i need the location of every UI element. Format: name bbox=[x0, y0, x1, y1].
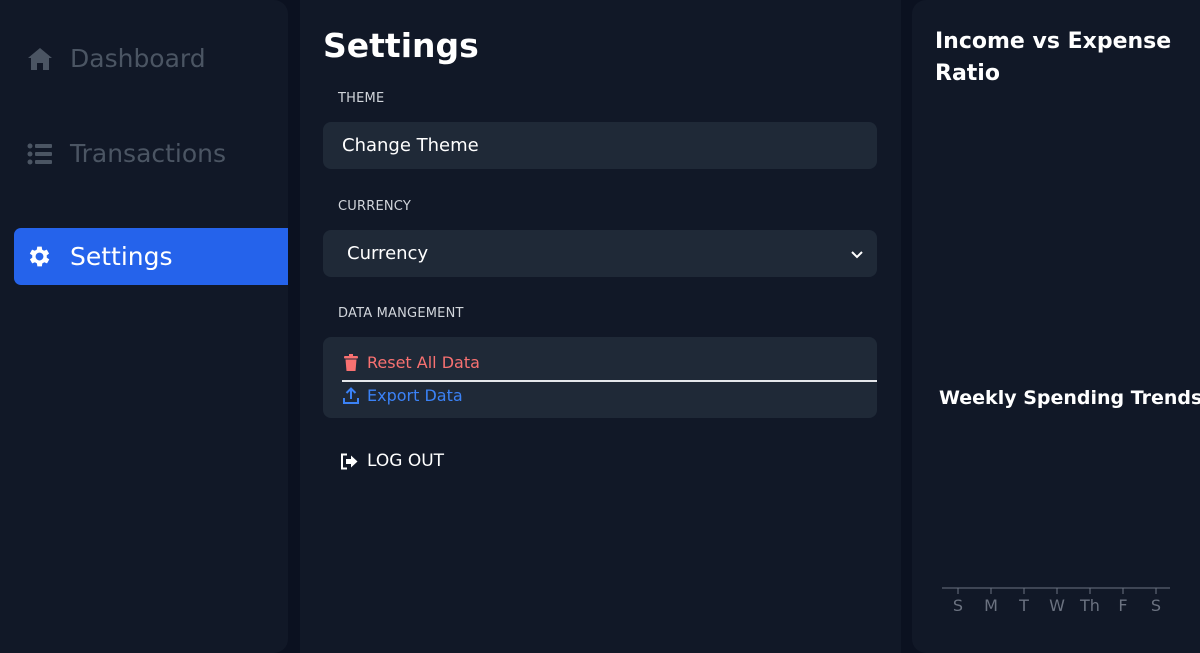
reset-all-data-button[interactable]: Reset All Data bbox=[343, 353, 480, 372]
sidebar: Dashboard Transactions Settings bbox=[0, 0, 288, 653]
data-management-box: Reset All Data Export Data bbox=[323, 337, 877, 418]
change-theme-button[interactable]: Change Theme bbox=[323, 122, 877, 169]
x-axis-tick-label: T bbox=[1018, 596, 1029, 615]
x-axis-tick-label: Th bbox=[1079, 596, 1100, 615]
upload-icon bbox=[343, 387, 359, 405]
charts-panel: Income vs Expense Ratio Weekly Spending … bbox=[912, 0, 1200, 653]
change-theme-label: Change Theme bbox=[342, 135, 479, 156]
theme-section-label: THEME bbox=[338, 91, 385, 106]
x-axis-tick-label: W bbox=[1049, 596, 1065, 615]
chevron-down-icon bbox=[851, 243, 863, 264]
export-data-button[interactable]: Export Data bbox=[343, 386, 463, 405]
settings-panel: Settings THEME Change Theme CURRENCY Cur… bbox=[300, 0, 901, 653]
home-icon bbox=[26, 45, 53, 72]
x-axis-tick-label: S bbox=[953, 596, 963, 615]
list-icon bbox=[26, 140, 53, 167]
divider bbox=[342, 380, 877, 382]
gear-icon bbox=[26, 243, 53, 270]
log-out-button[interactable]: LOG OUT bbox=[340, 451, 444, 471]
page-title: Settings bbox=[323, 26, 479, 65]
sign-out-icon bbox=[340, 452, 359, 470]
x-axis-tick-label: S bbox=[1151, 596, 1161, 615]
export-data-label: Export Data bbox=[367, 386, 463, 405]
x-axis-tick-label: M bbox=[984, 596, 998, 615]
currency-selected-value: Currency bbox=[347, 243, 429, 264]
log-out-label: LOG OUT bbox=[367, 451, 445, 471]
currency-select[interactable]: Currency bbox=[323, 230, 877, 277]
data-management-section-label: DATA MANGEMENT bbox=[338, 306, 464, 321]
currency-section-label: CURRENCY bbox=[338, 199, 411, 214]
income-expense-chart-title: Income vs Expense Ratio bbox=[935, 29, 1172, 86]
weekly-spending-chart: S M T W Th F S bbox=[942, 587, 1170, 615]
reset-all-data-label: Reset All Data bbox=[367, 353, 480, 372]
weekly-spending-chart-title: Weekly Spending Trends bbox=[939, 387, 1200, 409]
sidebar-item-label: Dashboard bbox=[70, 44, 206, 73]
trash-icon bbox=[343, 354, 359, 372]
sidebar-item-label: Transactions bbox=[70, 139, 227, 168]
sidebar-item-label: Settings bbox=[70, 242, 173, 271]
sidebar-item-settings[interactable]: Settings bbox=[14, 228, 288, 285]
app-root: Dashboard Transactions Settings Settings bbox=[0, 0, 1200, 653]
sidebar-item-transactions[interactable]: Transactions bbox=[14, 125, 288, 182]
x-axis-tick-label: F bbox=[1118, 596, 1127, 615]
sidebar-item-dashboard[interactable]: Dashboard bbox=[14, 30, 288, 87]
